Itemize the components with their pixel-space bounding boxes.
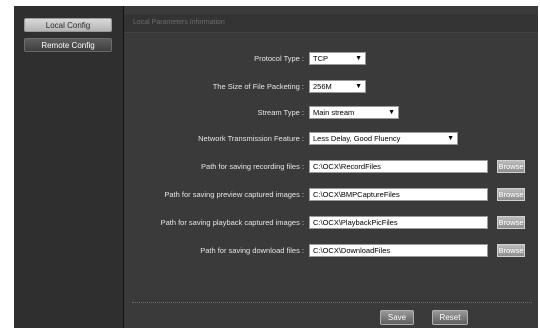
network-feature-select[interactable]: Less Delay, Good Fluency ▼ xyxy=(309,132,458,145)
stream-type-value: Main stream xyxy=(313,108,355,117)
stream-type-label: Stream Type : xyxy=(257,108,304,117)
file-packeting-select[interactable]: 256M ▼ xyxy=(309,80,366,93)
panel-header: Local Parameters Information xyxy=(124,15,538,33)
preview-path-browse-button[interactable]: Browse xyxy=(497,188,525,201)
protocol-type-select[interactable]: TCP ▼ xyxy=(309,52,366,65)
file-packeting-value: 256M xyxy=(313,82,332,91)
file-packeting-label: The Size of File Packeting : xyxy=(212,82,304,91)
panel-title: Local Parameters Information xyxy=(133,19,225,26)
main-panel: Local Parameters Information Protocol Ty… xyxy=(124,6,538,328)
chevron-down-icon: ▼ xyxy=(355,55,362,62)
network-feature-value: Less Delay, Good Fluency xyxy=(313,134,401,143)
divider xyxy=(132,302,532,303)
sidebar-item-remote-config[interactable]: Remote Config xyxy=(24,38,112,52)
preview-path-label: Path for saving preview captured images … xyxy=(164,190,304,199)
recording-path-browse-button[interactable]: Browse xyxy=(497,160,525,173)
recording-path-label: Path for saving recording files : xyxy=(201,162,304,171)
preview-path-input[interactable]: C:\OCX\BMPCaptureFiles xyxy=(309,188,488,201)
playback-path-label: Path for saving playback captured images… xyxy=(160,218,304,227)
stream-type-select[interactable]: Main stream ▼ xyxy=(309,106,399,119)
save-button[interactable]: Save xyxy=(380,310,414,325)
download-path-browse-button[interactable]: Browse xyxy=(497,244,525,257)
chevron-down-icon: ▼ xyxy=(447,135,454,142)
chevron-down-icon: ▼ xyxy=(388,109,395,116)
protocol-type-label: Protocol Type : xyxy=(254,54,304,63)
download-path-label: Path for saving download files : xyxy=(200,246,304,255)
reset-button[interactable]: Reset xyxy=(432,310,468,325)
playback-path-browse-button[interactable]: Browse xyxy=(497,216,525,229)
download-path-input[interactable]: C:\OCX\DownloadFiles xyxy=(309,244,488,257)
playback-path-input[interactable]: C:\OCX\PlaybackPicFiles xyxy=(309,216,488,229)
network-feature-label: Network Transmission Feature : xyxy=(198,134,304,143)
protocol-type-value: TCP xyxy=(313,54,328,63)
recording-path-input[interactable]: C:\OCX\RecordFiles xyxy=(309,160,488,173)
chevron-down-icon: ▼ xyxy=(355,83,362,90)
sidebar: Local Config Remote Config xyxy=(14,6,124,328)
sidebar-item-local-config[interactable]: Local Config xyxy=(24,18,112,32)
